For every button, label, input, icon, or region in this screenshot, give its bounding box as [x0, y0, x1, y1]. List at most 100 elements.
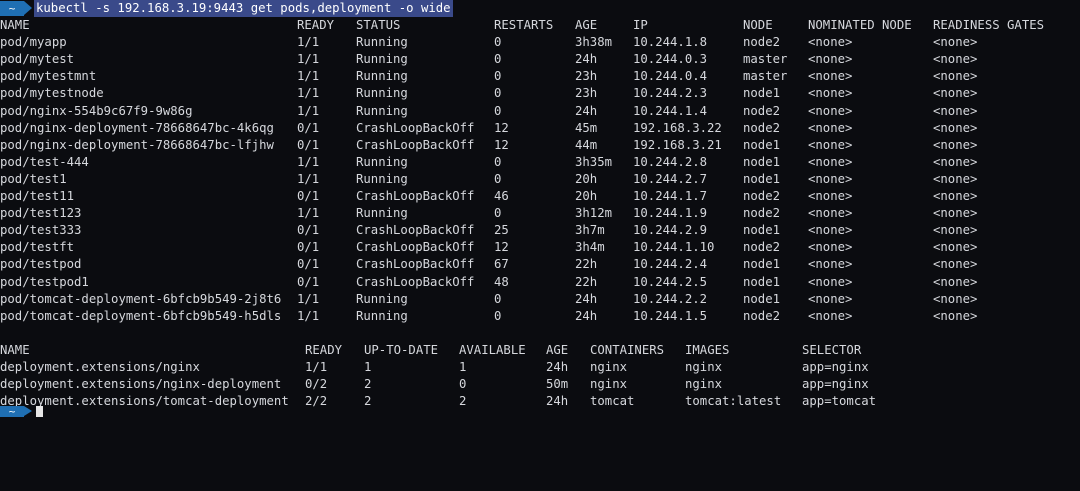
pods-cell: <none> [808, 308, 853, 323]
pods-cell: <none> [933, 189, 978, 203]
pods-cell: <none> [808, 189, 853, 203]
pods-cell: node1 [743, 257, 781, 272]
pods-cell: Running [356, 206, 408, 221]
deployments-cell: 0/2 [305, 377, 328, 392]
pods-cell: CrashLoopBackOff [356, 240, 475, 255]
pods-cell: node2 [743, 308, 781, 323]
pods-cell: pod/testft [0, 240, 75, 255]
deployments-cell: app=nginx [802, 360, 869, 375]
pods-cell: 0 [494, 154, 502, 169]
pods-cell: 25 [494, 223, 509, 238]
pods-cell: <none> [808, 257, 853, 272]
pods-cell: pod/mytest [0, 52, 75, 67]
pods-cell: CrashLoopBackOff [356, 257, 475, 272]
pods-cell: <none> [933, 69, 978, 84]
pods-cell: CrashLoopBackOff [356, 189, 475, 203]
pods-cell: node1 [743, 291, 781, 306]
pods-cell: <none> [933, 86, 978, 101]
pods-cell: 1/1 [297, 291, 320, 306]
pods-cell: 10.244.2.4 [633, 257, 708, 272]
pods-cell: 0/1 [297, 120, 320, 135]
pods-cell: 67 [494, 257, 509, 272]
pods-cell: node2 [743, 189, 781, 203]
pods-cell: 3h7m [575, 223, 605, 238]
pods-header-3: RESTARTS [494, 18, 554, 32]
pods-cell: Running [356, 308, 408, 323]
pods-cell: pod/mytestmnt [0, 69, 97, 84]
pods-cell: <none> [808, 137, 853, 152]
pods-cell: 1/1 [297, 69, 320, 84]
pods-cell: Running [356, 86, 408, 101]
pods-cell: Running [356, 154, 408, 169]
deployments-cell: 24h [546, 360, 569, 375]
pods-cell: 12 [494, 120, 509, 135]
pods-cell: 1/1 [297, 154, 320, 169]
deployments-header-6: IMAGES [685, 343, 730, 357]
home-dir-prompt-icon-2: ~ [0, 406, 24, 417]
pods-cell: pod/test1 [0, 171, 67, 186]
pods-header-4: AGE [575, 18, 598, 32]
pods-header-6: NODE [743, 18, 773, 32]
pods-cell: <none> [933, 223, 978, 238]
deployments-cell: deployment.extensions/tomcat-deployment [0, 394, 289, 409]
pods-cell: 1/1 [297, 171, 320, 186]
pods-cell: 24h [575, 103, 598, 118]
pods-cell: 3h4m [575, 240, 605, 255]
pods-cell: <none> [933, 137, 978, 152]
pods-cell: 192.168.3.21 [633, 137, 722, 152]
pods-cell: 24h [575, 291, 598, 306]
deployments-cell: 24h [546, 394, 569, 409]
pods-cell: 22h [575, 274, 598, 289]
pods-cell: 0 [494, 35, 502, 50]
pods-cell: <none> [933, 120, 978, 135]
pods-cell: 10.244.1.5 [633, 308, 708, 323]
pods-cell: 20h [575, 189, 598, 203]
deployments-cell: nginx [590, 360, 628, 375]
pods-cell: master [743, 52, 788, 67]
pods-cell: <none> [933, 206, 978, 221]
pods-cell: Running [356, 103, 408, 118]
pods-cell: <none> [933, 154, 978, 169]
pods-cell: <none> [933, 291, 978, 306]
pods-cell: Running [356, 171, 408, 186]
terminal-window[interactable]: ~ kubectl -s 192.168.3.19:9443 get pods,… [0, 0, 1080, 417]
pods-cell: <none> [808, 86, 853, 101]
pods-cell: node1 [743, 154, 781, 169]
pods-cell: node2 [743, 103, 781, 118]
command-line: ~ kubectl -s 192.168.3.19:9443 get pods,… [0, 0, 453, 17]
deployments-cell: 50m [546, 377, 569, 392]
pods-cell: 10.244.1.8 [633, 35, 708, 50]
pods-cell: <none> [808, 103, 853, 118]
deployments-header-0: NAME [0, 343, 30, 357]
pods-cell: 10.244.2.3 [633, 86, 708, 101]
deployments-cell: 2/2 [305, 394, 328, 409]
pods-cell: pod/test11 [0, 189, 75, 203]
next-prompt-line: ~ [0, 406, 43, 423]
pods-cell: pod/testpod [0, 257, 82, 272]
deployments-cell: app=tomcat [802, 394, 877, 409]
pods-cell: CrashLoopBackOff [356, 274, 475, 289]
pods-cell: 1/1 [297, 308, 320, 323]
pods-cell: pod/nginx-deployment-78668647bc-4k6qg [0, 120, 274, 135]
pods-cell: 1/1 [297, 206, 320, 221]
deployments-cell: 1/1 [305, 360, 328, 375]
pods-cell: <none> [933, 171, 978, 186]
pods-cell: 0/1 [297, 240, 320, 255]
pods-cell: 10.244.1.7 [633, 189, 708, 203]
pods-cell: <none> [933, 274, 978, 289]
pods-cell: <none> [808, 223, 853, 238]
pods-cell: <none> [933, 257, 978, 272]
pods-cell: 44m [575, 137, 598, 152]
pods-cell: node1 [743, 86, 781, 101]
pods-cell: <none> [808, 154, 853, 169]
deployments-header-7: SELECTOR [802, 343, 862, 357]
deployments-cell: nginx [590, 377, 628, 392]
pods-cell: 10.244.2.5 [633, 274, 708, 289]
pods-cell: node1 [743, 274, 781, 289]
pods-cell: 10.244.2.8 [633, 154, 708, 169]
text-cursor [36, 406, 43, 417]
pods-cell: pod/myapp [0, 35, 67, 50]
pods-cell: <none> [808, 274, 853, 289]
pods-cell: 10.244.0.3 [633, 52, 708, 67]
pods-cell: 45m [575, 120, 598, 135]
